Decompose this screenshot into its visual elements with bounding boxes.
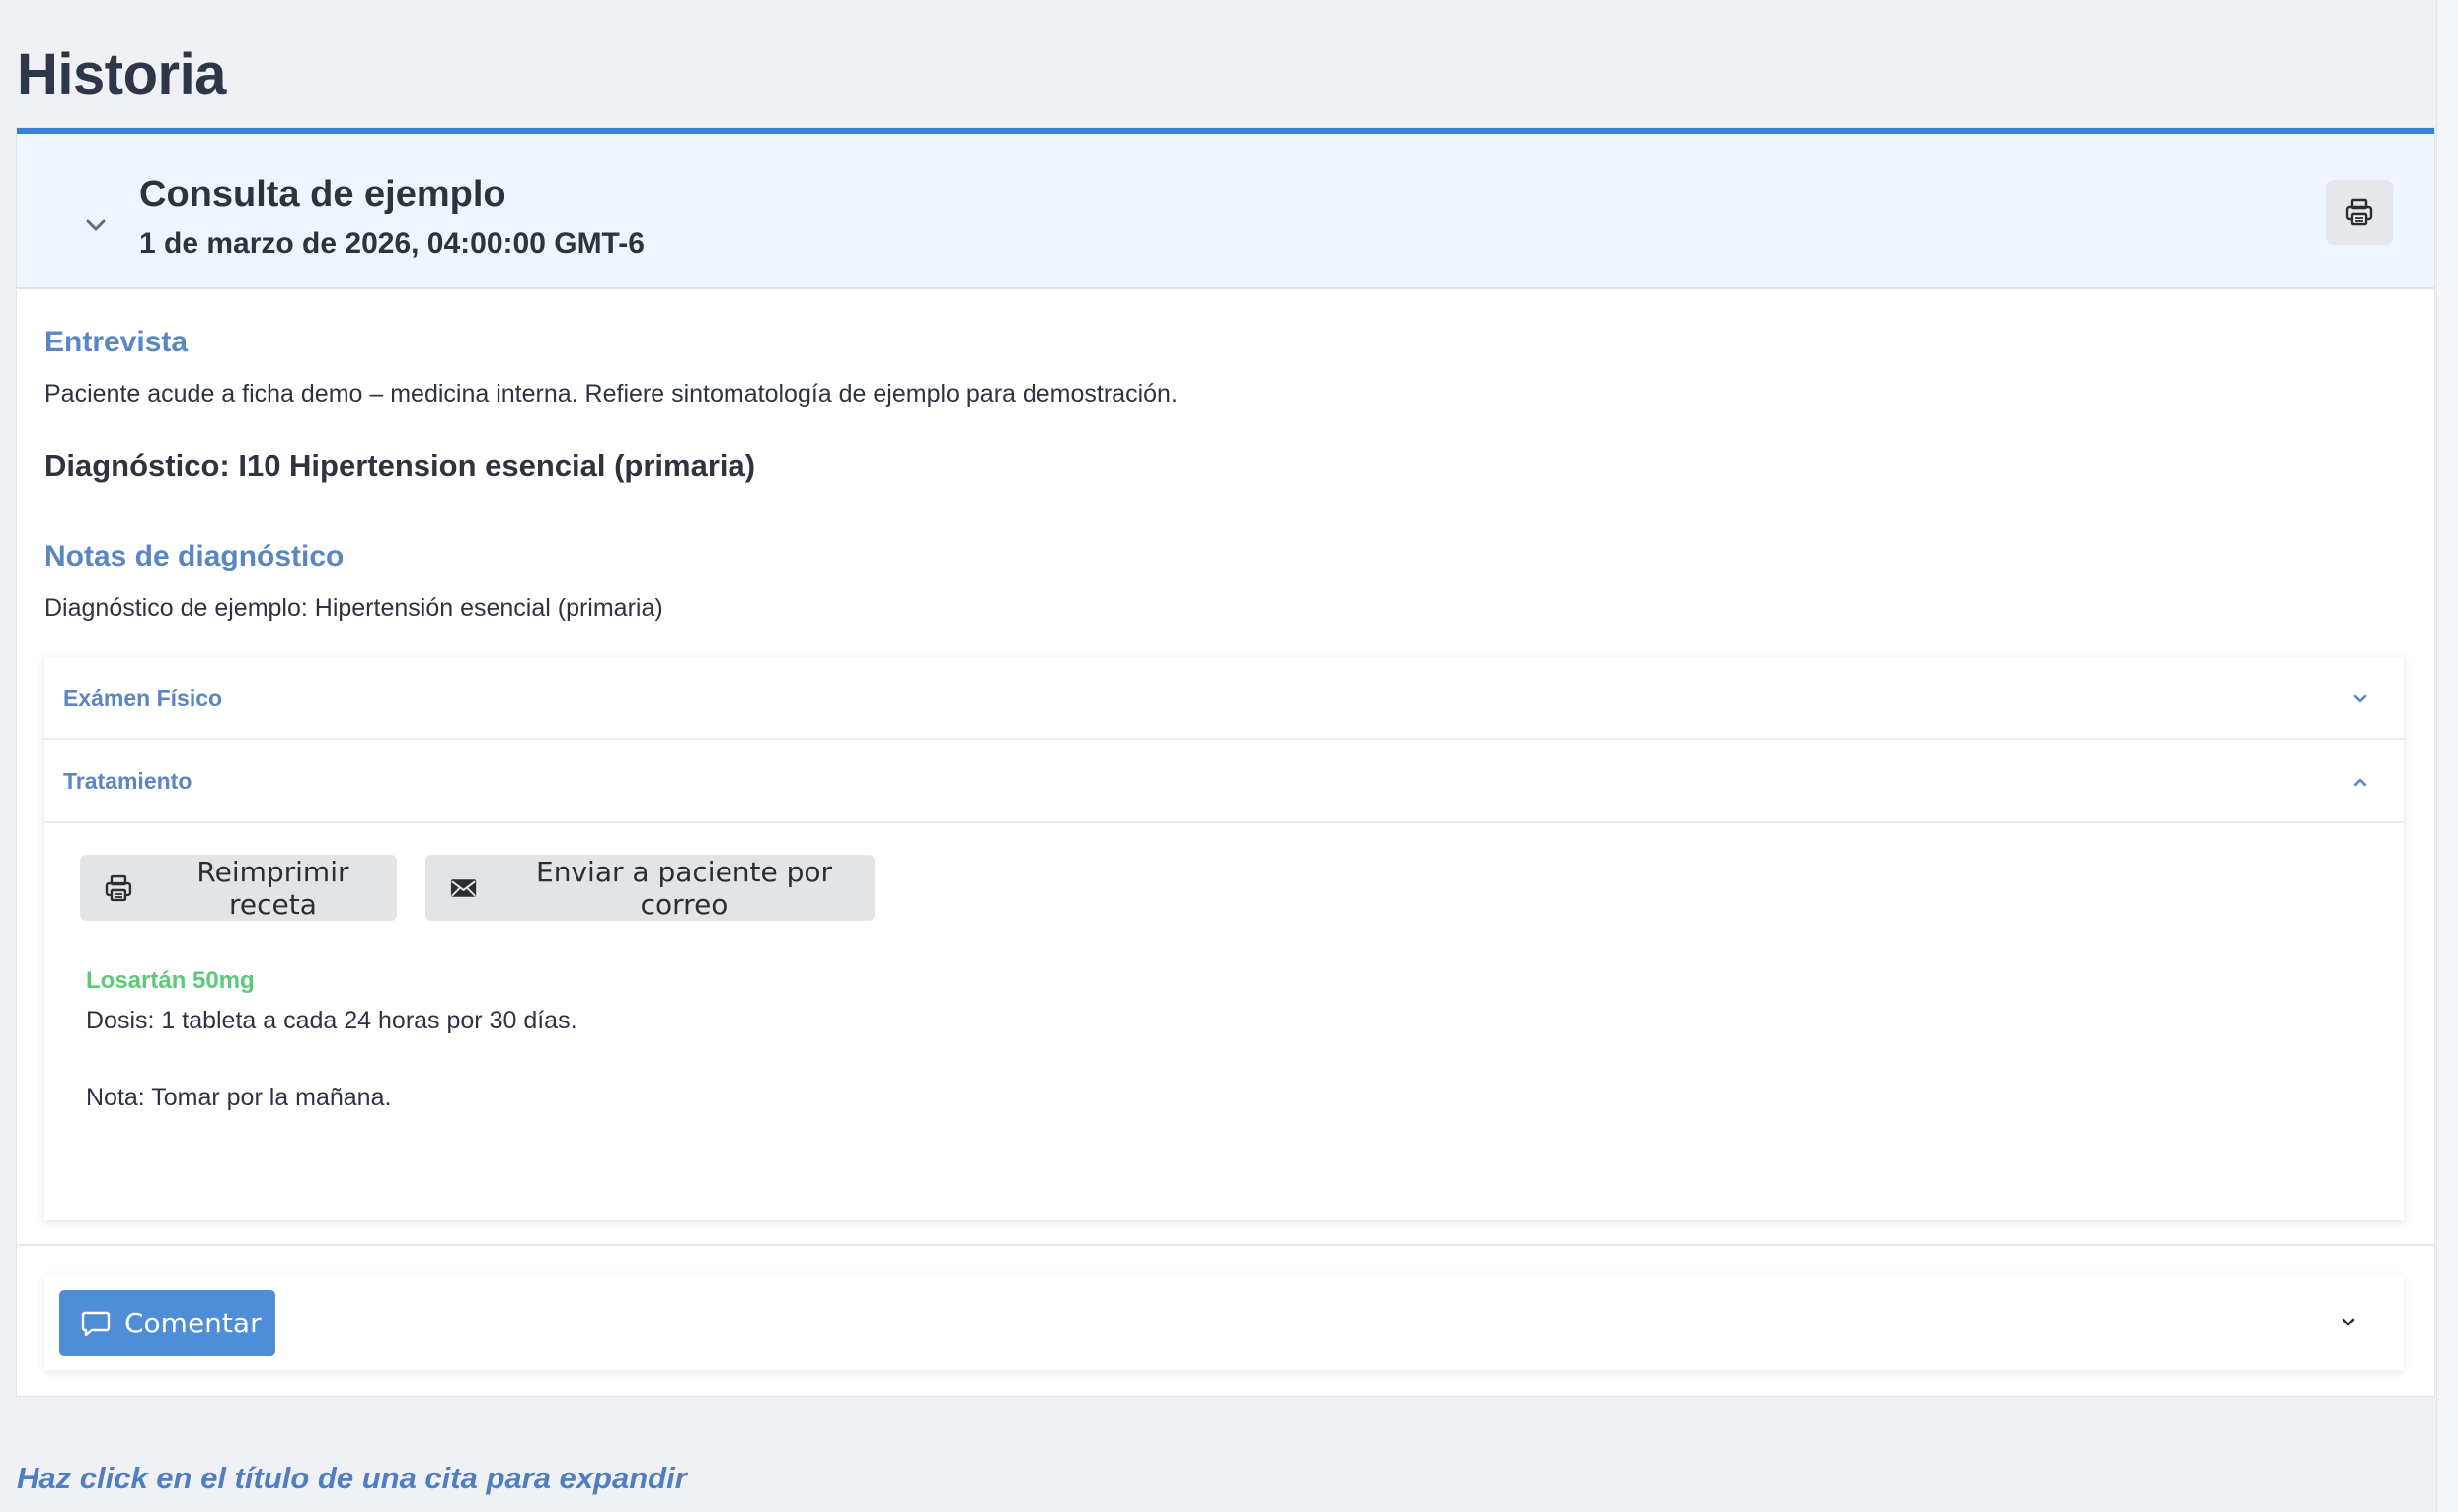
history-page: Historia Consulta de ejemplo 1 de marzo … [0,0,2458,1512]
comment-bar: Comentar [44,1275,2404,1370]
medication-note: Nota: Tomar por la mañana. [86,1084,392,1111]
reprint-prescription-button[interactable]: Reimprimir receta [80,855,397,921]
chevron-down-icon [2353,694,2367,703]
reprint-prescription-label: Reimprimir receta [196,855,349,921]
consultation-date: 1 de marzo de 2026, 04:00:00 GMT-6 [139,227,645,260]
print-consultation-button[interactable] [2326,180,2393,245]
email-patient-button[interactable]: Enviar a paciente por correo [425,855,875,921]
accordion-header-treatment[interactable]: Tratamiento [44,740,2404,823]
chevron-up-icon [2353,778,2367,787]
chevron-down-icon[interactable] [2335,1309,2362,1336]
chevron-down-icon [86,219,106,231]
medication-dose: Dosis: 1 tableta a cada 24 horas por 30 … [86,1007,577,1034]
email-patient-label: Enviar a paciente por correo [536,855,833,921]
accordion-label-treatment: Tratamiento [63,768,192,794]
envelope-icon [450,878,477,897]
diagnosis-notes-text: Diagnóstico de ejemplo: Hipertensión ese… [44,594,663,622]
comment-button[interactable]: Comentar [59,1290,275,1356]
chat-bubble-icon [81,1311,111,1336]
consultation-accordion: Exámen Físico Tratamiento Reimprimir rec… [44,657,2404,1220]
interview-text: Paciente acude a ficha demo – medicina i… [44,380,1178,408]
consultation-title[interactable]: Consulta de ejemplo [139,174,506,216]
section-divider [17,1244,2434,1246]
consultation-card: Consulta de ejemplo 1 de marzo de 2026, … [17,128,2434,1396]
comment-button-label: Comentar [124,1307,262,1339]
printer-icon [2345,198,2373,226]
interview-heading: Entrevista [44,326,189,358]
collapse-toggle-button[interactable] [64,193,127,257]
expand-hint: Haz click en el título de una cita para … [17,1461,687,1495]
page-scrollbar[interactable] [2436,0,2458,1512]
medication-name: Losartán 50mg [86,967,255,994]
diagnosis-notes-heading: Notas de diagnóstico [44,540,345,572]
accordion-label-physical-exam: Exámen Físico [63,685,223,711]
consultation-header[interactable]: Consulta de ejemplo 1 de marzo de 2026, … [17,134,2434,289]
printer-icon [105,874,132,901]
diagnosis-heading: Diagnóstico: I10 Hipertension esencial (… [44,448,756,483]
accordion-header-physical-exam[interactable]: Exámen Físico [44,657,2404,740]
page-title: Historia [17,42,226,107]
